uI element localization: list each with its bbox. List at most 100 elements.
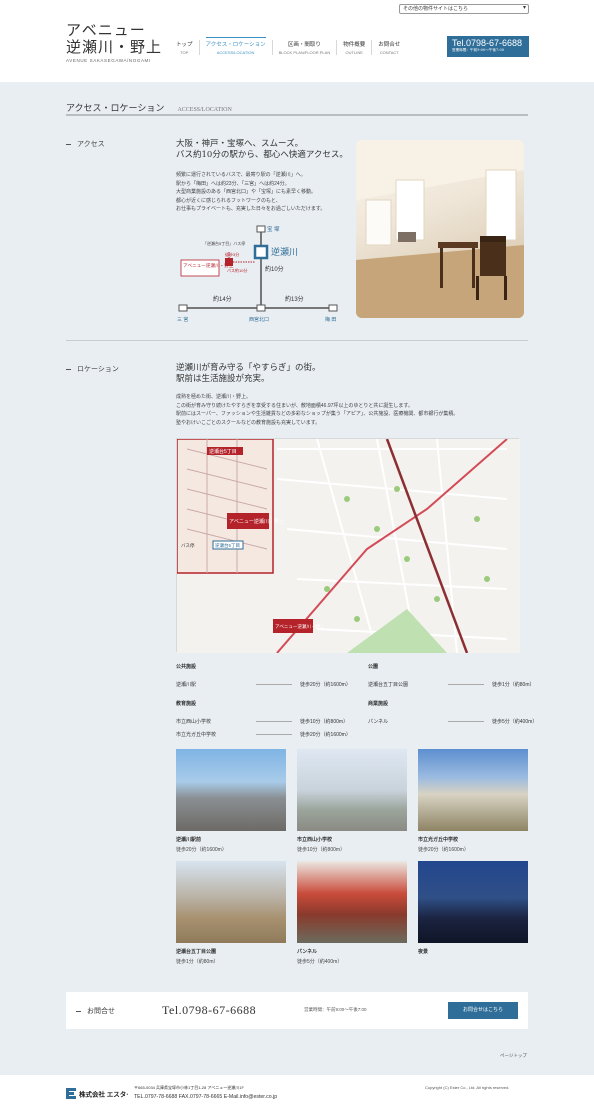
access-lead: 大阪・神戸・宝塚へ、スムーズ。 バス約10分の駅から、都心へ快適アクセス。 <box>176 139 348 161</box>
location-body-line: 駅前にはスーパー、ファッションや生活雑貨などの多彩なショップが集う「アピア」、公… <box>176 411 459 417</box>
facility-name: パンネル <box>368 719 389 725</box>
interior-photo <box>356 140 524 318</box>
photo-night-view: 夜景 <box>418 861 528 958</box>
inquiry-label: お問合せ <box>76 1006 115 1016</box>
route-takarazuka: 宝 塚 <box>267 225 280 233</box>
facilities-edu: 教育施設 市立西山小学校 徒歩10分（約800m） 市立光ガ丘中学校 徒歩20分（約… <box>176 700 351 741</box>
nav-access[interactable]: アクセス・ロケーション ACCESS/LOCATION <box>198 37 272 55</box>
location-body-line: 成熟を極めた街、逆瀬川・野上。 <box>176 394 252 400</box>
header: その他の物件サイトはこちら ▾ アベニュー 逆瀬川・野上 AVENUE SAKA… <box>0 0 594 82</box>
access-lead-1: 大阪・神戸・宝塚へ、スムーズ。 <box>176 139 304 149</box>
nav-outline[interactable]: 物件概要 OUTLINE <box>336 40 371 55</box>
facilities-edu-head: 教育施設 <box>176 701 197 707</box>
route-nishinomiya: 西宮北口 <box>249 316 269 323</box>
photo-name: 逆瀬川駅前 <box>176 837 202 843</box>
facility-row: 市立光ガ丘中学校 徒歩20分（約1600m） <box>176 728 351 741</box>
access-lead-2: バス約10分の駅から、都心へ快適アクセス。 <box>176 150 348 160</box>
map-bus-stop-label: バス停 <box>181 542 195 549</box>
site-logo[interactable]: アベニュー 逆瀬川・野上 AVENUE SAKASEGAWA/NOGAMI <box>66 21 162 64</box>
chevron-down-icon: ▾ <box>522 5 526 11</box>
nav-top[interactable]: トップ TOP <box>170 40 199 55</box>
photo-name: パンネル <box>297 949 318 955</box>
company-logo[interactable]: 株式会社 エスター <box>66 1084 133 1099</box>
logo-line3: AVENUE SAKASEGAWA/NOGAMI <box>66 58 151 63</box>
leader-line <box>448 721 484 722</box>
nav-plan[interactable]: 区画・間取り BLOCK PLAN/FLOOR PLAN <box>271 40 337 55</box>
location-lead-2: 駅前は生活施設が充実。 <box>176 374 270 384</box>
route-walk: 徒歩3分 <box>225 251 239 257</box>
nav-contact[interactable]: お問合せ CONTACT <box>371 40 406 55</box>
nav-plan-jp: 区画・間取り <box>287 42 321 48</box>
leader-line <box>448 684 484 685</box>
company-name: 株式会社 エスター <box>79 1090 128 1099</box>
site-select[interactable]: その他の物件サイトはこちら ▾ <box>399 4 529 14</box>
leader-line <box>256 684 292 685</box>
facility-name: 市立西山小学校 <box>176 719 212 725</box>
header-tel: Tel.0798-67-6688 <box>452 38 523 48</box>
footer-address: 〒665-0034 兵庫県宝塚市小林1丁目1-28 アベニュー逆瀬川1F <box>134 1085 244 1090</box>
route-umeda: 梅 田 <box>325 316 336 323</box>
facility-name: 市立光ガ丘中学校 <box>176 732 217 738</box>
section-divider <box>66 340 528 341</box>
access-body: 頻繁に運行されているバスで、最寄り駅の「逆瀬川」へ。 駅から「梅田」へは約23分… <box>176 171 325 214</box>
global-nav: トップ TOP アクセス・ロケーション ACCESS/LOCATION 区画・間取り… <box>170 37 406 55</box>
route-min10: 約10分 <box>265 265 284 273</box>
route-bus-stop: 「逆瀬台5丁目」バス停 <box>203 240 245 246</box>
route-min14: 約14分 <box>213 295 232 303</box>
map-property-label: アベニュー逆瀬川・野上 <box>229 518 284 525</box>
photo-desc: 徒歩20分（約1600m） <box>418 847 469 853</box>
facility-dist: 徒歩20分（約1600m） <box>300 682 351 688</box>
location-body-line: この街が育み守り続けたやすらぎを享受する住まいが、敷地面積46.97坪以上のゆと… <box>176 402 413 409</box>
access-body-line: 頻繁に運行されているバスで、最寄り駅の「逆瀬川」へ。 <box>176 172 306 178</box>
location-lead-1: 逆瀬川が育み守る「やすらぎ」の街。 <box>176 363 321 373</box>
nav-top-en: TOP <box>180 50 189 55</box>
footer: 株式会社 エスター 〒665-0034 兵庫県宝塚市小林1丁目1-28 アベニュ… <box>0 1075 594 1117</box>
photo-station: 逆瀬川駅前 徒歩20分（約1600m） <box>176 749 286 853</box>
facilities-public-head: 公共施設 <box>176 664 197 670</box>
elementary-photo <box>297 749 407 831</box>
inquiry-tel[interactable]: Tel.0798-67-6688 <box>162 1003 256 1018</box>
header-hours: 営業時間：午前9:00〜午後7:00 <box>452 48 505 52</box>
route-sannomiya: 三 宮 <box>177 316 188 323</box>
location-body-line: 塾やおけいこごとのスクールなどの教育施設も充実しています。 <box>176 419 321 426</box>
leader-line <box>256 734 292 735</box>
location-label: ロケーション <box>66 364 119 374</box>
location-body: 成熟を極めた街、逆瀬川・野上。 この街が育み守り続けたやすらぎを享受する住まいが… <box>176 393 458 427</box>
inquiry-button[interactable]: お問合せはこちら <box>448 1002 518 1019</box>
header-tel-box[interactable]: Tel.0798-67-6688 営業時間：午前9:00〜午後7:00 <box>447 36 529 57</box>
nav-top-jp: トップ <box>176 42 193 48</box>
photo-desc: 徒歩20分（約1600m） <box>176 847 227 853</box>
photo-desc: 徒歩10分（約800m） <box>297 847 346 853</box>
page-title-jp: アクセス・ロケーション <box>66 104 165 114</box>
map-bus-stop: 逆瀬台5丁目 <box>215 542 240 549</box>
pagetop-link[interactable]: ページトップ <box>500 1053 527 1059</box>
access-label: アクセス <box>66 139 105 149</box>
route-min13: 約13分 <box>285 295 304 303</box>
shop-photo <box>297 861 407 943</box>
facility-name: 逆瀬台五丁目公園 <box>368 682 409 688</box>
photo-park: 逆瀬台五丁目公園 徒歩1分（約80m） <box>176 861 286 965</box>
map-property-label-main: アベニュー逆瀬川・野上 <box>275 623 325 630</box>
photo-name: 市立西山小学校 <box>297 837 333 843</box>
photo-junior-high: 市立光ガ丘中学校 徒歩20分（約1600m） <box>418 749 528 853</box>
inquiry-bar: お問合せ Tel.0798-67-6688 営業時間：午前9:00〜午後7:00… <box>66 992 528 1029</box>
logo-line1: アベニュー <box>66 21 146 39</box>
nav-outline-en: OUTLINE <box>345 50 363 55</box>
facility-dist: 徒歩1分（約80m） <box>492 682 535 688</box>
facility-row: 市立西山小学校 徒歩10分（約800m） <box>176 715 351 728</box>
facility-row: 逆瀬台五丁目公園 徒歩1分（約80m） <box>368 678 535 691</box>
nav-plan-en: BLOCK PLAN/FLOOR PLAN <box>278 50 331 55</box>
location-lead: 逆瀬川が育み守る「やすらぎ」の街。 駅前は生活施設が充実。 <box>176 363 321 385</box>
photo-name: 逆瀬台五丁目公園 <box>176 949 217 955</box>
nav-outline-jp: 物件概要 <box>343 42 366 48</box>
facility-dist: 徒歩20分（約1600m） <box>300 732 351 738</box>
nav-access-jp: アクセス・ロケーション <box>205 42 266 48</box>
footer-copyright: Copyright (C) Ester Co., Ltd. All rights… <box>425 1085 510 1090</box>
site-select-value: その他の物件サイトはこちら <box>403 6 469 12</box>
facilities-park: 公園 逆瀬台五丁目公園 徒歩1分（約80m） <box>368 663 535 691</box>
location-map[interactable]: 逆瀬台5丁目 アベニュー逆瀬川・野上 逆瀬台5丁目 バス停 アベニュー逆瀬川・野… <box>176 438 520 654</box>
photo-desc: 徒歩5分（約400m） <box>297 959 343 965</box>
facilities-park-head: 公園 <box>368 664 379 670</box>
route-sakasegawa: 逆瀬川 <box>271 246 298 257</box>
facility-row: パンネル 徒歩5分（約400m） <box>368 715 537 728</box>
